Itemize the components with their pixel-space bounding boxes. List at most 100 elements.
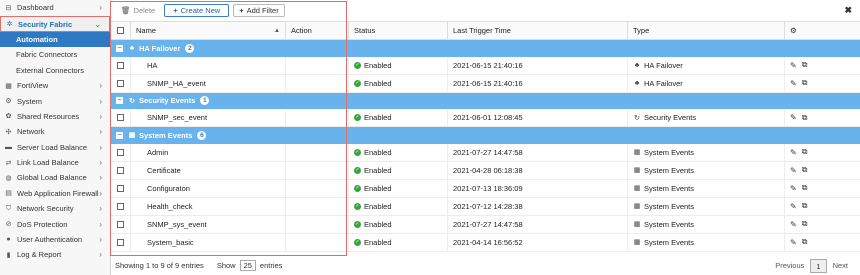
edit-icon[interactable]: ✎ — [790, 220, 797, 229]
sort-asc-icon: ▲ — [274, 27, 280, 34]
create-new-button[interactable]: + Create New — [164, 3, 230, 17]
sidebar-item-system[interactable]: ⚙ System › — [0, 93, 110, 108]
group-row[interactable]: − ↻ Security Events 1 — [111, 92, 860, 110]
row-checkbox[interactable] — [117, 220, 124, 228]
sidebar-item-network-security[interactable]: ⛉ Network Security › — [0, 201, 110, 216]
clone-icon[interactable]: ⧉ — [802, 183, 808, 193]
sidebar-item-external-connectors[interactable]: External Connectors — [0, 63, 110, 78]
table-row[interactable]: System_basic ✓ Enabled 2021-04-14 16:56:52 ▦… — [111, 233, 860, 252]
sidebar-item-fabric-connectors[interactable]: Fabric Connectors — [0, 47, 110, 62]
edit-icon[interactable]: ✎ — [790, 184, 797, 193]
page-size-select[interactable]: 25 — [239, 260, 256, 271]
sidebar-item-security-fabric[interactable]: ✲ Security Fabric ⌄ — [0, 16, 110, 32]
row-checkbox[interactable] — [117, 238, 124, 246]
edit-icon[interactable]: ✎ — [790, 166, 797, 175]
row-checkbox[interactable] — [117, 61, 124, 69]
type-icon: ▦ — [633, 149, 641, 156]
next-button[interactable]: Next — [833, 261, 848, 270]
status-cell: ✓ Enabled — [349, 74, 448, 92]
clone-icon[interactable]: ⧉ — [802, 147, 808, 157]
row-name: SNMP_sys_event — [147, 219, 207, 229]
row-checkbox[interactable] — [117, 148, 124, 156]
group-header-cell: − ↻ Security Events 1 — [111, 93, 860, 110]
group-type-icon: ↻ — [129, 97, 135, 105]
clone-icon[interactable]: ⧉ — [802, 78, 808, 88]
clone-icon[interactable]: ⧉ — [802, 165, 808, 175]
add-filter-button[interactable]: + Add Filter — [233, 3, 285, 17]
table-row[interactable]: Health_check ✓ Enabled 2021-07-12 14:28:38 ▦… — [111, 197, 860, 216]
sidebar-item-shared-resources[interactable]: ✿ Shared Resources › — [0, 109, 110, 124]
header-action[interactable]: Action — [286, 22, 349, 39]
sidebar-item-log-report[interactable]: ▮ Log & Report › — [0, 247, 110, 262]
collapse-icon[interactable]: − — [116, 44, 123, 52]
close-icon[interactable]: ✖ — [844, 5, 852, 16]
edit-icon[interactable]: ✎ — [790, 61, 797, 70]
previous-button[interactable]: Previous — [775, 261, 804, 270]
edit-icon[interactable]: ✎ — [790, 238, 797, 247]
sidebar-item-dashboard[interactable]: ⊟ Dashboard › — [0, 0, 110, 15]
row-checkbox[interactable] — [117, 114, 124, 121]
row-checkbox[interactable] — [117, 184, 124, 192]
row-last-trigger: 2021-04-28 06:18:38 — [453, 165, 523, 175]
row-checkbox[interactable] — [117, 166, 124, 174]
gear-icon[interactable]: ⚙ — [790, 26, 797, 35]
collapse-icon[interactable]: − — [116, 97, 123, 105]
sidebar-item-server-load-balance[interactable]: ▬ Server Load Balance › — [0, 140, 110, 155]
action-cell — [286, 215, 349, 233]
table-footer: Showing 1 to 9 of 9 entries Show 25 entr… — [111, 256, 860, 275]
sidebar-item-network[interactable]: ✣ Network › — [0, 124, 110, 139]
header-name[interactable]: Name ▲ — [131, 22, 286, 39]
sidebar-item-fortiview[interactable]: ▦ FortiView › — [0, 78, 110, 93]
page-number-button[interactable]: 1 — [810, 258, 827, 273]
edit-icon[interactable]: ✎ — [790, 202, 797, 211]
row-checkbox[interactable] — [117, 202, 124, 210]
edit-icon[interactable]: ✎ — [790, 113, 797, 122]
table-row[interactable]: HA ✓ Enabled 2021-06-15 21:40:16 ♣ HA Failove… — [111, 56, 860, 75]
clone-icon[interactable]: ⧉ — [802, 219, 808, 229]
edit-icon[interactable]: ✎ — [790, 79, 797, 88]
sidebar-item-web-application-firewall[interactable]: ▤ Web Application Firewall › — [0, 186, 110, 201]
table-row[interactable]: Configuraton ✓ Enabled 2021-07-13 18:36:09 ▦… — [111, 179, 860, 198]
sidebar-item-dos-protection[interactable]: ⊘ DoS Protection › — [0, 216, 110, 231]
chevron-right-icon: › — [99, 219, 102, 229]
edit-icon[interactable]: ✎ — [790, 148, 797, 157]
clone-icon[interactable]: ⧉ — [802, 237, 808, 247]
clone-icon[interactable]: ⧉ — [802, 201, 808, 211]
row-checkbox[interactable] — [117, 79, 124, 87]
header-last-trigger[interactable]: Last Trigger Time — [448, 22, 628, 39]
last-trigger-cell: 2021-06-15 21:40:16 — [448, 74, 628, 92]
table-row[interactable]: Admin ✓ Enabled 2021-07-27 14:47:58 ▦ System … — [111, 143, 860, 162]
name-cell: System_basic — [131, 233, 286, 251]
header-type[interactable]: Type — [628, 22, 785, 39]
select-all-checkbox[interactable] — [117, 27, 124, 34]
sidebar-item-label: Shared Resources — [17, 111, 80, 121]
collapse-icon[interactable]: − — [116, 131, 123, 139]
table-row[interactable]: SNMP_sys_event ✓ Enabled 2021-07-27 14:47:5… — [111, 215, 860, 234]
entries-label: entries — [259, 261, 283, 270]
row-checkbox-cell — [111, 233, 131, 251]
clone-icon[interactable]: ⧉ — [802, 60, 808, 70]
group-header-cell: − ♣ HA Failover 2 — [111, 40, 860, 57]
row-type: System Events — [644, 237, 695, 247]
header-settings[interactable]: ⚙ — [785, 22, 860, 39]
sidebar-item-automation[interactable]: Automation — [0, 31, 110, 48]
sidebar-item-global-load-balance[interactable]: ◍ Global Load Balance › — [0, 170, 110, 185]
sidebar-item-link-load-balance[interactable]: ⇄ Link Load Balance › — [0, 155, 110, 170]
header-status[interactable]: Status — [349, 22, 448, 39]
table-row[interactable]: Certificate ✓ Enabled 2021-04-28 06:18:38 ▦ S… — [111, 161, 860, 180]
delete-label: Delete — [133, 5, 156, 15]
clone-icon[interactable]: ⧉ — [802, 113, 808, 123]
group-row[interactable]: − ♣ HA Failover 2 — [111, 40, 860, 57]
shield-icon: ⛉ — [5, 204, 12, 212]
row-actions-cell: ✎ ⧉ — [785, 180, 860, 197]
delete-button[interactable]: 🗑 Delete — [116, 3, 161, 17]
table-row[interactable]: SNMP_sec_event ✓ Enabled 2021-06-01 12:08:4… — [111, 109, 860, 127]
row-last-trigger: 2021-07-13 18:36:09 — [453, 183, 523, 193]
firewall-icon: ▤ — [5, 190, 12, 198]
table-row[interactable]: SNMP_HA_event ✓ Enabled 2021-06-15 21:40:16… — [111, 74, 860, 93]
group-row[interactable]: − ▦ System Events 6 — [111, 127, 860, 144]
sidebar-item-user-authentication[interactable]: ● User Authentication › — [0, 232, 110, 247]
row-type: System Events — [644, 165, 695, 175]
row-status: Enabled — [364, 183, 392, 193]
type-cell: ▦ System Events — [628, 215, 785, 233]
